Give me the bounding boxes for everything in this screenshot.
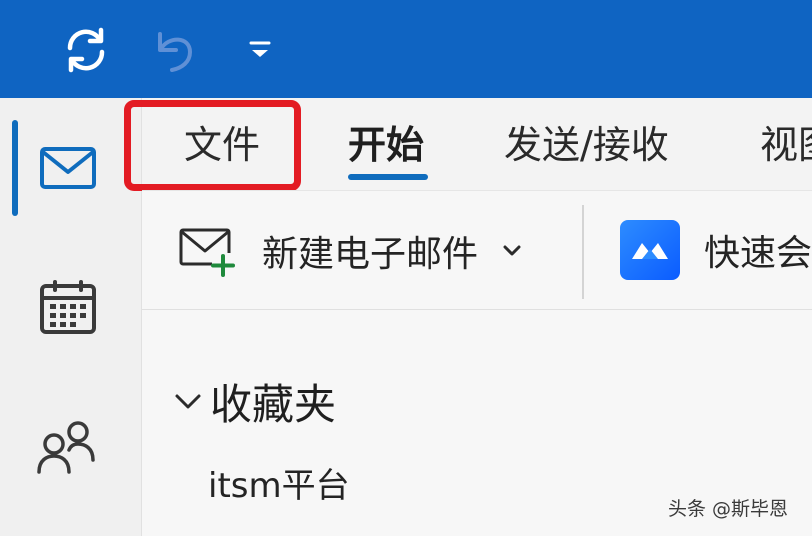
chevron-down-icon	[175, 394, 201, 409]
sync-button[interactable]	[56, 22, 116, 78]
highlight-annotation	[124, 100, 301, 191]
chevron-down-icon	[503, 245, 521, 256]
ribbon-separator	[582, 205, 584, 299]
undo-button[interactable]	[145, 22, 201, 78]
favorites-header[interactable]: 收藏夹	[170, 374, 336, 429]
folder-item[interactable]: itsm平台	[208, 458, 350, 507]
nav-calendar[interactable]	[28, 268, 108, 348]
people-icon	[37, 421, 95, 474]
nav-mail[interactable]	[28, 130, 108, 206]
title-bar	[0, 0, 812, 98]
meeting-app-icon	[620, 220, 680, 280]
calendar-icon	[40, 280, 96, 334]
quick-access-dropdown-icon	[249, 41, 271, 57]
mail-icon	[40, 147, 96, 189]
customize-quick-access-button[interactable]	[240, 28, 280, 72]
sync-icon	[67, 27, 105, 73]
new-email-label: 新建电子邮件	[262, 234, 479, 275]
new-email-button[interactable]: 新建电子邮件	[178, 225, 522, 277]
new-email-dropdown[interactable]	[502, 244, 522, 258]
favorites-label: 收藏夹	[210, 379, 337, 429]
meeting-logo-icon	[632, 243, 668, 259]
nav-people[interactable]	[24, 408, 110, 488]
tab-send-receive[interactable]: 发送/接收	[504, 120, 669, 170]
active-tab-underline	[348, 174, 428, 180]
tab-view[interactable]: 视图	[760, 120, 812, 170]
active-indicator	[12, 120, 18, 216]
undo-icon	[158, 32, 193, 72]
favorites-collapse-toggle[interactable]	[170, 383, 206, 419]
tab-home[interactable]: 开始	[348, 120, 424, 170]
quick-meeting-button[interactable]: 快速会	[620, 219, 812, 281]
ribbon-command-bar: 新建电子邮件 快速会	[142, 190, 812, 310]
quick-meeting-label: 快速会	[704, 233, 812, 274]
watermark: 头条 @斯毕恩	[668, 498, 789, 520]
new-mail-icon	[179, 228, 235, 277]
